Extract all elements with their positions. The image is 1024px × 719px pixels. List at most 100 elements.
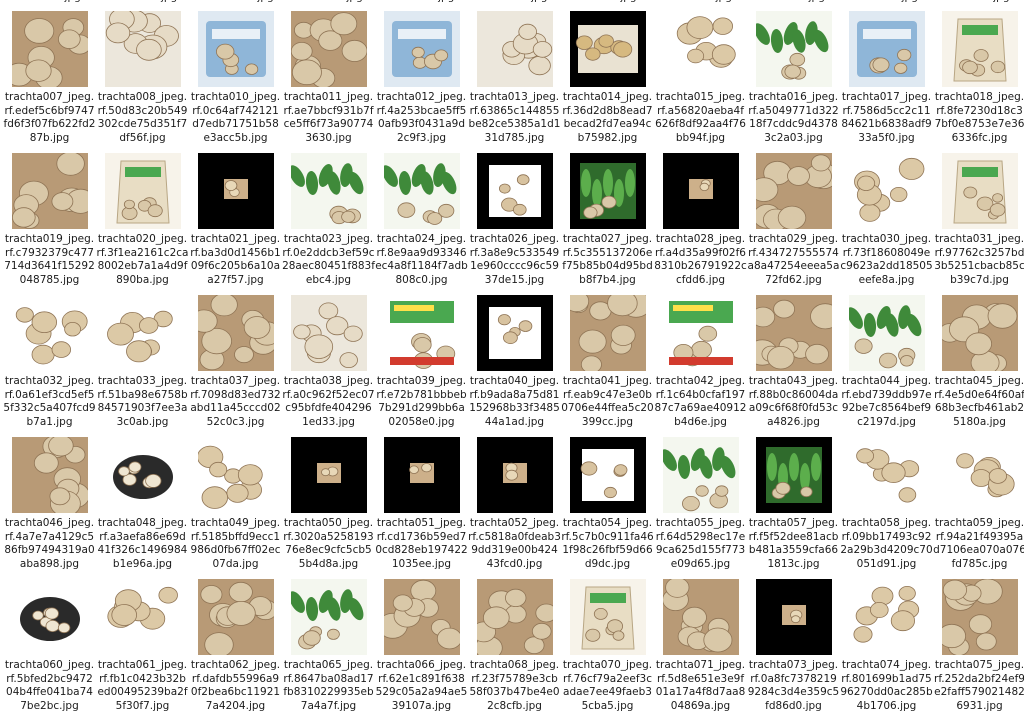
file-name-label[interactable]: trachta060_jpeg.rf.5bfed2bc947204b4ffe04… — [3, 659, 96, 713]
file-name-label[interactable]: trachta007_jpeg.rf.edef5c6bf9747fd6f3f07… — [3, 91, 96, 145]
file-label-partial[interactable]: ...5f50d.jpg — [933, 0, 1024, 5]
file-thumbnail-image[interactable] — [570, 11, 646, 87]
file-name-label[interactable]: trachta074_jpeg.rf.801699b1ad7596270dd0a… — [840, 659, 933, 713]
file-thumbnail-image[interactable] — [12, 153, 88, 229]
file-name-label[interactable]: trachta041_jpeg.rf.eab9c47e3e0b0706e44ff… — [561, 375, 654, 429]
file-thumbnail-image[interactable] — [198, 153, 274, 229]
file-thumbnail-image[interactable] — [198, 295, 274, 371]
file-thumbnail-image[interactable] — [663, 437, 739, 513]
file-thumbnail-image[interactable] — [663, 295, 739, 371]
file-thumbnail-image[interactable] — [849, 437, 925, 513]
file-thumbnail-image[interactable] — [849, 11, 925, 87]
file-thumbnail-image[interactable] — [477, 153, 553, 229]
file-thumbnail-image[interactable] — [105, 437, 181, 513]
file-name-label[interactable]: trachta010_jpeg.rf.0c64af742121d7edb7175… — [189, 91, 282, 145]
file-thumbnail-image[interactable] — [105, 153, 181, 229]
file-label-partial[interactable]: ...7d69a.jpg — [654, 0, 747, 5]
file-name-label[interactable]: trachta049_jpeg.rf.5185bffd9ecc1986d0fb6… — [189, 517, 282, 571]
file-name-label[interactable]: trachta024_jpeg.rf.8e9aa9d93346ec4a8f118… — [375, 233, 468, 287]
file-name-label[interactable]: trachta071_jpeg.rf.5d8e651e3e9f01a17a4f8… — [654, 659, 747, 713]
file-thumbnail-image[interactable] — [477, 437, 553, 513]
file-name-label[interactable]: trachta042_jpeg.rf.1c64b0cfaf19787c7a69a… — [654, 375, 747, 429]
file-name-label[interactable]: trachta038_jpeg.rf.a0c962f52ec07c95bfdfe… — [282, 375, 375, 429]
file-name-label[interactable]: trachta050_jpeg.rf.3020a525819376e8ec9cf… — [282, 517, 375, 571]
file-name-label[interactable]: trachta044_jpeg.rf.ebd739ddb97e92be7c856… — [840, 375, 933, 429]
file-name-label[interactable]: trachta058_jpeg.rf.09bb17493c922a29b3d42… — [840, 517, 933, 571]
file-name-label[interactable]: trachta018_jpeg.rf.8fe7230d18c37bf0e8753… — [933, 91, 1024, 145]
file-name-label[interactable]: trachta062_jpeg.rf.dafdb55996a90f2bea6bc… — [189, 659, 282, 713]
file-name-label[interactable]: trachta011_jpeg.rf.ae7bbcf931b7fce5ff6f7… — [282, 91, 375, 145]
file-name-label[interactable]: trachta031_jpeg.rf.97762c3257bd3b5251cba… — [933, 233, 1024, 287]
file-label-partial[interactable]: ...e38e8.jpg — [3, 0, 96, 5]
file-name-label[interactable]: trachta016_jpeg.rf.a5049771d32218f7cddc9… — [747, 91, 840, 145]
file-thumbnail-image[interactable] — [291, 11, 367, 87]
file-name-label[interactable]: trachta048_jpeg.rf.a3aefa86e69d41f326c14… — [96, 517, 189, 571]
file-label-partial[interactable]: ...2b64559.jpg — [189, 0, 282, 5]
file-thumbnail-image[interactable] — [291, 579, 367, 655]
file-name-label[interactable]: trachta033_jpeg.rf.51ba98e6758b84571903f… — [96, 375, 189, 429]
file-name-label[interactable]: trachta068_jpeg.rf.23f75789e3cb58f037b47… — [468, 659, 561, 713]
file-name-label[interactable]: trachta066_jpeg.rf.62e1c891f638529c05a2a… — [375, 659, 468, 713]
file-thumbnail-image[interactable] — [12, 295, 88, 371]
file-thumbnail-image[interactable] — [291, 153, 367, 229]
file-name-label[interactable]: trachta013_jpeg.rf.63865c144855be82ce538… — [468, 91, 561, 145]
file-thumbnail-image[interactable] — [105, 295, 181, 371]
file-thumbnail-image[interactable] — [663, 11, 739, 87]
file-name-label[interactable]: trachta075_jpeg.rf.252da2bf24ef9e2faff57… — [933, 659, 1024, 713]
file-thumbnail-image[interactable] — [198, 11, 274, 87]
file-name-label[interactable]: trachta070_jpeg.rf.76cf79a2eef3cadae7ee4… — [561, 659, 654, 713]
file-name-label[interactable]: trachta026_jpeg.rf.3a8e9c5335491e960cccc… — [468, 233, 561, 287]
file-label-partial[interactable]: ...d1e3b.jpg — [747, 0, 840, 5]
file-thumbnail-image[interactable] — [756, 11, 832, 87]
file-name-label[interactable]: trachta051_jpeg.rf.cd1736b59ed70cd828eb1… — [375, 517, 468, 571]
file-name-label[interactable]: trachta032_jpeg.rf.0a61ef3cd5ef55f332c5a… — [3, 375, 96, 429]
file-name-label[interactable]: trachta012_jpeg.rf.4a253bcae5ff50afb93f0… — [375, 91, 468, 145]
file-thumbnail-image[interactable] — [384, 153, 460, 229]
file-thumbnail-image[interactable] — [942, 153, 1018, 229]
file-label-partial[interactable]: ...b9d8af.jpg — [375, 0, 468, 5]
file-thumbnail-image[interactable] — [291, 437, 367, 513]
file-name-label[interactable]: trachta020_jpeg.rf.3f1ea2161c2ca8002eb7a… — [96, 233, 189, 287]
file-name-label[interactable]: trachta065_jpeg.rf.8647ba08ad17fb8310229… — [282, 659, 375, 713]
file-thumbnail-image[interactable] — [570, 153, 646, 229]
file-thumbnail-image[interactable] — [105, 11, 181, 87]
file-label-partial[interactable]: ...84e547.jpg — [96, 0, 189, 5]
file-thumbnail-image[interactable] — [756, 437, 832, 513]
file-thumbnail-image[interactable] — [570, 295, 646, 371]
file-name-label[interactable]: trachta057_jpeg.rf.f5f52dee81acbb481a355… — [747, 517, 840, 571]
file-thumbnail-image[interactable] — [198, 437, 274, 513]
file-name-label[interactable]: trachta073_jpeg.rf.0a8fc73782199284c3d4e… — [747, 659, 840, 713]
file-thumbnail-image[interactable] — [570, 579, 646, 655]
file-name-label[interactable]: trachta054_jpeg.rf.5c7b0c911fa461f98c26f… — [561, 517, 654, 571]
file-thumbnail-image[interactable] — [105, 579, 181, 655]
file-thumbnail-image[interactable] — [198, 579, 274, 655]
file-thumbnail-image[interactable] — [384, 579, 460, 655]
file-name-label[interactable]: trachta040_jpeg.rf.b9ada8a75d81152968b33… — [468, 375, 561, 429]
file-thumbnail-image[interactable] — [849, 295, 925, 371]
file-name-label[interactable]: trachta037_jpeg.rf.7098d83ed732abd11a45c… — [189, 375, 282, 429]
file-thumbnail-image[interactable] — [477, 295, 553, 371]
file-name-label[interactable]: trachta027_jpeg.rf.5c355137206ef75b85b04… — [561, 233, 654, 287]
file-name-label[interactable]: trachta043_jpeg.rf.88b0c86004daa09c6f68f… — [747, 375, 840, 429]
file-thumbnail-image[interactable] — [12, 437, 88, 513]
file-name-label[interactable]: trachta014_jpeg.rf.36d2d8b8ead7becad2fd7… — [561, 91, 654, 145]
file-thumbnail-image[interactable] — [384, 437, 460, 513]
file-name-label[interactable]: trachta029_jpeg.rf.434727555574a8a47254e… — [747, 233, 840, 287]
file-name-label[interactable]: trachta046_jpeg.rf.4a7e7a4129c586fb97494… — [3, 517, 96, 571]
file-thumbnail-image[interactable] — [12, 11, 88, 87]
file-thumbnail-image[interactable] — [942, 437, 1018, 513]
file-name-label[interactable]: trachta023_jpeg.rf.0e2ddcb3ef59c28aec804… — [282, 233, 375, 287]
file-name-label[interactable]: trachta061_jpeg.rf.fb1c0423b32bed0049523… — [96, 659, 189, 713]
file-thumbnail-image[interactable] — [849, 579, 925, 655]
file-thumbnail-image[interactable] — [663, 153, 739, 229]
file-name-label[interactable]: trachta039_jpeg.rf.e72b781bbbeb7b291d299… — [375, 375, 468, 429]
file-label-partial[interactable]: ...8f0cc.jpg — [561, 0, 654, 5]
file-thumbnail-image[interactable] — [942, 295, 1018, 371]
file-name-label[interactable]: trachta055_jpeg.rf.64d5298ec17e9ca625d15… — [654, 517, 747, 571]
file-label-partial[interactable]: ...e3b20.jpg — [840, 0, 933, 5]
file-name-label[interactable]: trachta015_jpeg.rf.a56820aeba4f626f8df92… — [654, 91, 747, 145]
file-name-label[interactable]: trachta030_jpeg.rf.73f18608049ec9623a2dd… — [840, 233, 933, 287]
file-label-partial[interactable]: ...c2d7f8.jpg — [468, 0, 561, 5]
file-name-label[interactable]: trachta052_jpeg.rf.c5818a0fdeab39dd319e0… — [468, 517, 561, 571]
file-thumbnail-image[interactable] — [384, 11, 460, 87]
